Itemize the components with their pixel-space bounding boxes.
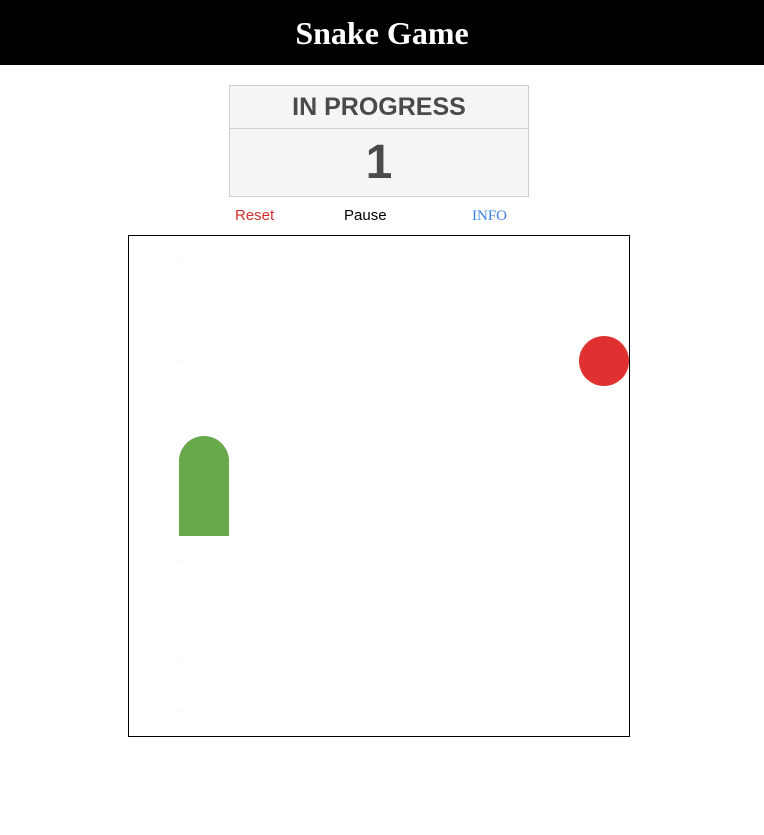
pause-button[interactable]: Pause <box>344 205 387 227</box>
food-apple <box>579 336 629 386</box>
snake-body <box>179 436 229 536</box>
info-button[interactable]: INFO <box>472 205 507 227</box>
game-board[interactable] <box>128 235 630 737</box>
app-header: Snake Game <box>0 0 764 65</box>
grid-dot <box>178 260 179 261</box>
score-value: 1 <box>365 136 393 189</box>
score-panel: 1 <box>229 128 529 197</box>
grid-dot <box>178 710 179 711</box>
app-title: Snake Game <box>295 14 469 51</box>
game-status-panel: IN PROGRESS <box>229 85 529 129</box>
game-status-text: IN PROGRESS <box>292 92 466 121</box>
grid-dot <box>178 660 179 661</box>
grid-dot <box>178 360 179 361</box>
reset-button[interactable]: Reset <box>235 205 274 227</box>
grid-dot <box>178 561 179 562</box>
